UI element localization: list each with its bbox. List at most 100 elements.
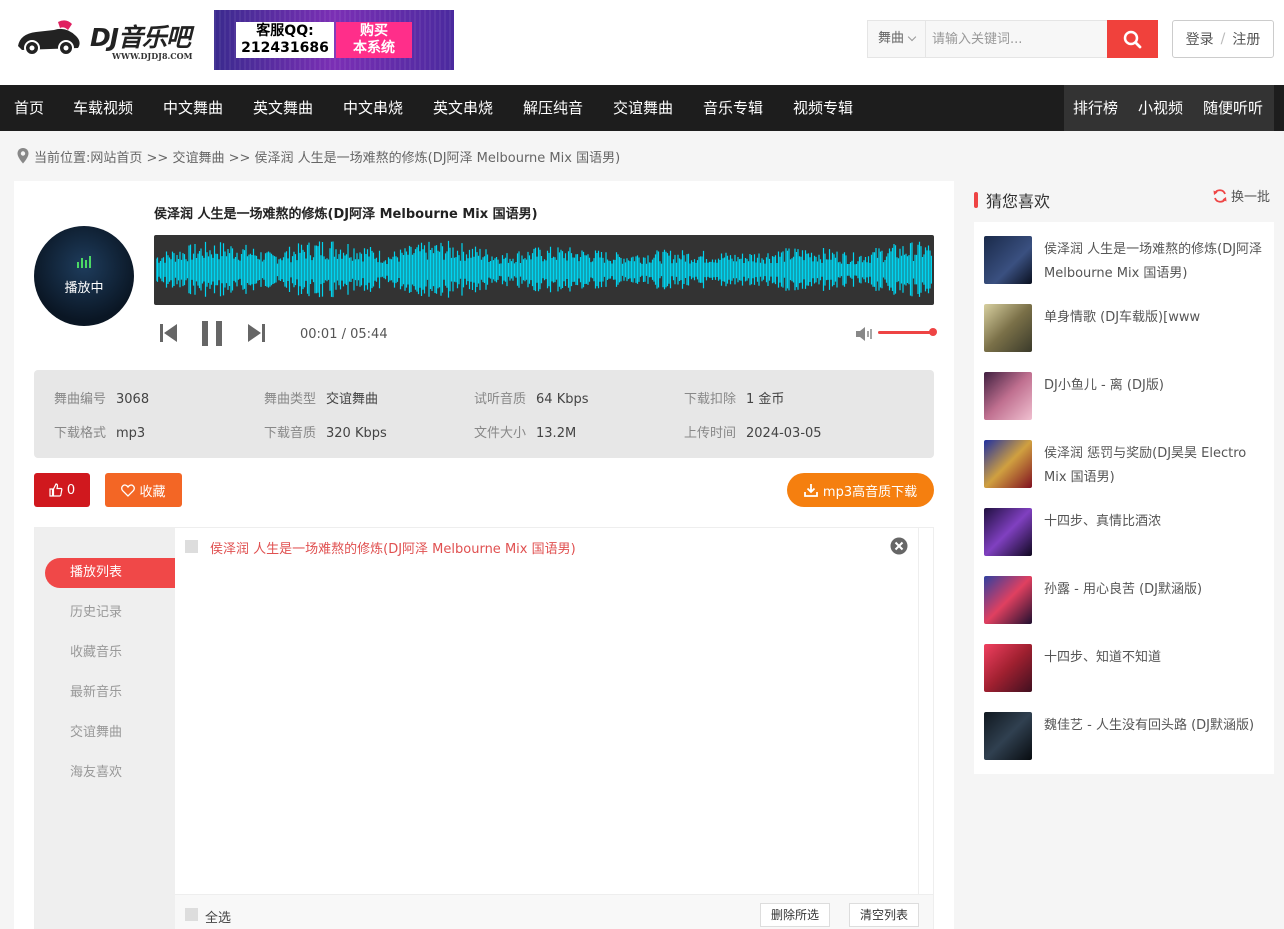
- select-all-checkbox[interactable]: [185, 908, 198, 921]
- nav-item-short-video[interactable]: 小视频: [1138, 85, 1183, 131]
- nav-item-video-albums[interactable]: 视频专辑: [793, 85, 853, 131]
- list-item[interactable]: DJ小鱼儿 - 离 (DJ版): [984, 372, 1269, 432]
- download-icon: [804, 484, 818, 497]
- info-download-quality: 下载音质 320 Kbps: [264, 426, 387, 441]
- volume-icon[interactable]: [854, 324, 874, 344]
- search-input[interactable]: [926, 21, 1108, 57]
- list-item[interactable]: 十四步、真情比酒浓: [984, 508, 1269, 568]
- playlist-tabs: 播放列表 历史记录 收藏音乐 最新音乐 交谊舞曲 海友喜欢: [35, 528, 175, 929]
- delete-selected-button[interactable]: 删除所选: [760, 903, 831, 927]
- total-time: 05:44: [350, 327, 388, 342]
- favorite-button[interactable]: 收藏: [105, 473, 182, 507]
- nav-item-albums[interactable]: 音乐专辑: [703, 85, 763, 131]
- buy-line1: 购买: [360, 23, 388, 39]
- list-item[interactable]: 十四步、知道不知道: [984, 644, 1269, 704]
- recommend-list: 侯泽润 人生是一场难熬的修炼(DJ阿泽 Melbourne Mix 国语男) 单…: [974, 222, 1274, 774]
- nav-item-home[interactable]: 首页: [14, 85, 44, 131]
- current-time: 00:01: [300, 327, 338, 342]
- song-info: 舞曲编号 3068 舞曲类型 交谊舞曲 试听音质 64 Kbps 下载扣除 1 金币 下…: [34, 370, 934, 458]
- list-item[interactable]: 孙露 - 用心良苦 (DJ默涵版): [984, 576, 1269, 636]
- refresh-icon: [1213, 188, 1227, 203]
- list-item[interactable]: 侯泽润 惩罚与奖励(DJ昊昊 Electro Mix 国语男): [984, 440, 1269, 500]
- song-thumbnail: [984, 644, 1032, 692]
- qq-box: 客服QQ: 212431686: [236, 22, 334, 58]
- next-icon[interactable]: [246, 322, 266, 344]
- site-header: DJ音乐吧 WWW.DJDJ8.COM 客服QQ: 212431686 购买 本…: [0, 0, 1284, 85]
- nav-item-car-video[interactable]: 车载视频: [73, 85, 133, 131]
- playlist-footer: 全选 删除所选 清空列表: [175, 894, 933, 929]
- search-button[interactable]: [1107, 20, 1158, 58]
- brand-name: DJ音乐吧: [90, 23, 191, 52]
- playlist-song-title[interactable]: 侯泽润 人生是一场难熬的修炼(DJ阿泽 Melbourne Mix 国语男): [210, 538, 576, 557]
- song-thumbnail: [984, 372, 1032, 420]
- refresh-button[interactable]: 换一批: [1212, 186, 1270, 205]
- clear-list-button[interactable]: 清空列表: [849, 903, 920, 927]
- nav-item-chinese-dance[interactable]: 中文舞曲: [163, 85, 223, 131]
- volume-slider[interactable]: [878, 331, 933, 334]
- song-thumbnail: [984, 576, 1032, 624]
- tab-history[interactable]: 历史记录: [70, 598, 122, 628]
- nav-item-chinese-medley[interactable]: 中文串烧: [343, 85, 403, 131]
- download-label: mp3高音质下载: [822, 484, 918, 500]
- song-thumbnail: [984, 236, 1032, 284]
- search-icon: [1123, 30, 1142, 49]
- nav-item-relax-music[interactable]: 解压纯音: [523, 85, 583, 131]
- tab-ballroom[interactable]: 交谊舞曲: [70, 718, 122, 748]
- play-status: 播放中: [64, 281, 104, 296]
- thumbs-up-icon: [49, 483, 63, 497]
- download-button[interactable]: mp3高音质下载: [787, 473, 934, 507]
- info-cost: 下载扣除 1 金币: [684, 392, 785, 407]
- close-icon[interactable]: [890, 537, 908, 555]
- brand-url: WWW.DJDJ8.COM: [112, 51, 193, 61]
- info-id: 舞曲编号 3068: [54, 392, 150, 407]
- tab-favorites[interactable]: 收藏音乐: [70, 638, 122, 668]
- register-link[interactable]: 注册: [1232, 29, 1260, 49]
- info-type: 舞曲类型 交谊舞曲: [264, 392, 379, 407]
- list-item[interactable]: 侯泽润 人生是一场难熬的修炼(DJ阿泽 Melbourne Mix 国语男): [984, 236, 1269, 296]
- location-pin-icon: [17, 148, 29, 164]
- nav-item-ballroom[interactable]: 交谊舞曲: [613, 85, 673, 131]
- list-item[interactable]: 单身情歌 (DJ车载版)[www: [984, 304, 1269, 364]
- playlist-songs: 侯泽润 人生是一场难熬的修炼(DJ阿泽 Melbourne Mix 国语男): [175, 528, 919, 894]
- ad-banner[interactable]: 客服QQ: 212431686 购买 本系统: [214, 10, 454, 70]
- auth-box: 登录 / 注册: [1172, 20, 1274, 58]
- list-item[interactable]: 魏佳艺 - 人生没有回头路 (DJ默涵版): [984, 712, 1269, 772]
- player-panel: 播放中 侯泽润 人生是一场难熬的修炼(DJ阿泽 Melbourne Mix 国语…: [14, 181, 954, 929]
- song-checkbox[interactable]: [185, 540, 198, 553]
- nav-item-random[interactable]: 随便听听: [1203, 85, 1263, 131]
- search-category-select[interactable]: 舞曲: [868, 21, 926, 57]
- waveform[interactable]: [154, 235, 934, 305]
- search-category-label: 舞曲: [878, 31, 905, 46]
- nav-item-english-medley[interactable]: 英文串烧: [433, 85, 493, 131]
- select-all-label[interactable]: 全选: [205, 907, 231, 926]
- previous-icon[interactable]: [159, 322, 179, 344]
- qq-number: 212431686: [241, 40, 329, 56]
- info-upload-date: 上传时间 2024-03-05: [684, 426, 822, 441]
- volume-handle[interactable]: [929, 328, 937, 336]
- pause-icon[interactable]: [201, 320, 223, 347]
- chevron-down-icon: [907, 32, 917, 42]
- like-count: 0: [66, 482, 76, 498]
- breadcrumb: 当前位置: 网站首页 >> 交谊舞曲 >> 侯泽润 人生是一场难熬的修炼(DJ阿…: [16, 146, 620, 166]
- site-logo[interactable]: DJ音乐吧 WWW.DJDJ8.COM: [14, 14, 208, 62]
- song-thumbnail: [984, 304, 1032, 352]
- tab-popular[interactable]: 海友喜欢: [70, 758, 122, 788]
- song-thumbnail: [984, 712, 1032, 760]
- album-disc: 播放中: [34, 226, 134, 326]
- qq-label: 客服QQ:: [256, 23, 314, 39]
- login-link[interactable]: 登录: [1186, 29, 1214, 49]
- time-display: 00:01 / 05:44: [300, 327, 388, 342]
- info-file-size: 文件大小 13.2M: [474, 426, 577, 441]
- nav-item-charts[interactable]: 排行榜: [1073, 85, 1118, 131]
- auth-separator: /: [1220, 31, 1226, 47]
- buy-line2: 本系统: [353, 40, 395, 56]
- breadcrumb-trail[interactable]: 网站首页 >> 交谊舞曲 >> 侯泽润 人生是一场难熬的修炼(DJ阿泽 Melb…: [90, 147, 620, 166]
- like-button[interactable]: 0: [34, 473, 90, 507]
- tab-playlist[interactable]: 播放列表: [45, 558, 175, 588]
- recommend-title: 猜您喜欢: [974, 189, 1050, 211]
- playlist-panel: 播放列表 历史记录 收藏音乐 最新音乐 交谊舞曲 海友喜欢 侯泽润 人生是一场难…: [34, 527, 934, 929]
- equalizer-icon: [77, 256, 91, 268]
- favorite-label: 收藏: [139, 484, 166, 500]
- tab-latest[interactable]: 最新音乐: [70, 678, 122, 708]
- nav-item-english-dance[interactable]: 英文舞曲: [253, 85, 313, 131]
